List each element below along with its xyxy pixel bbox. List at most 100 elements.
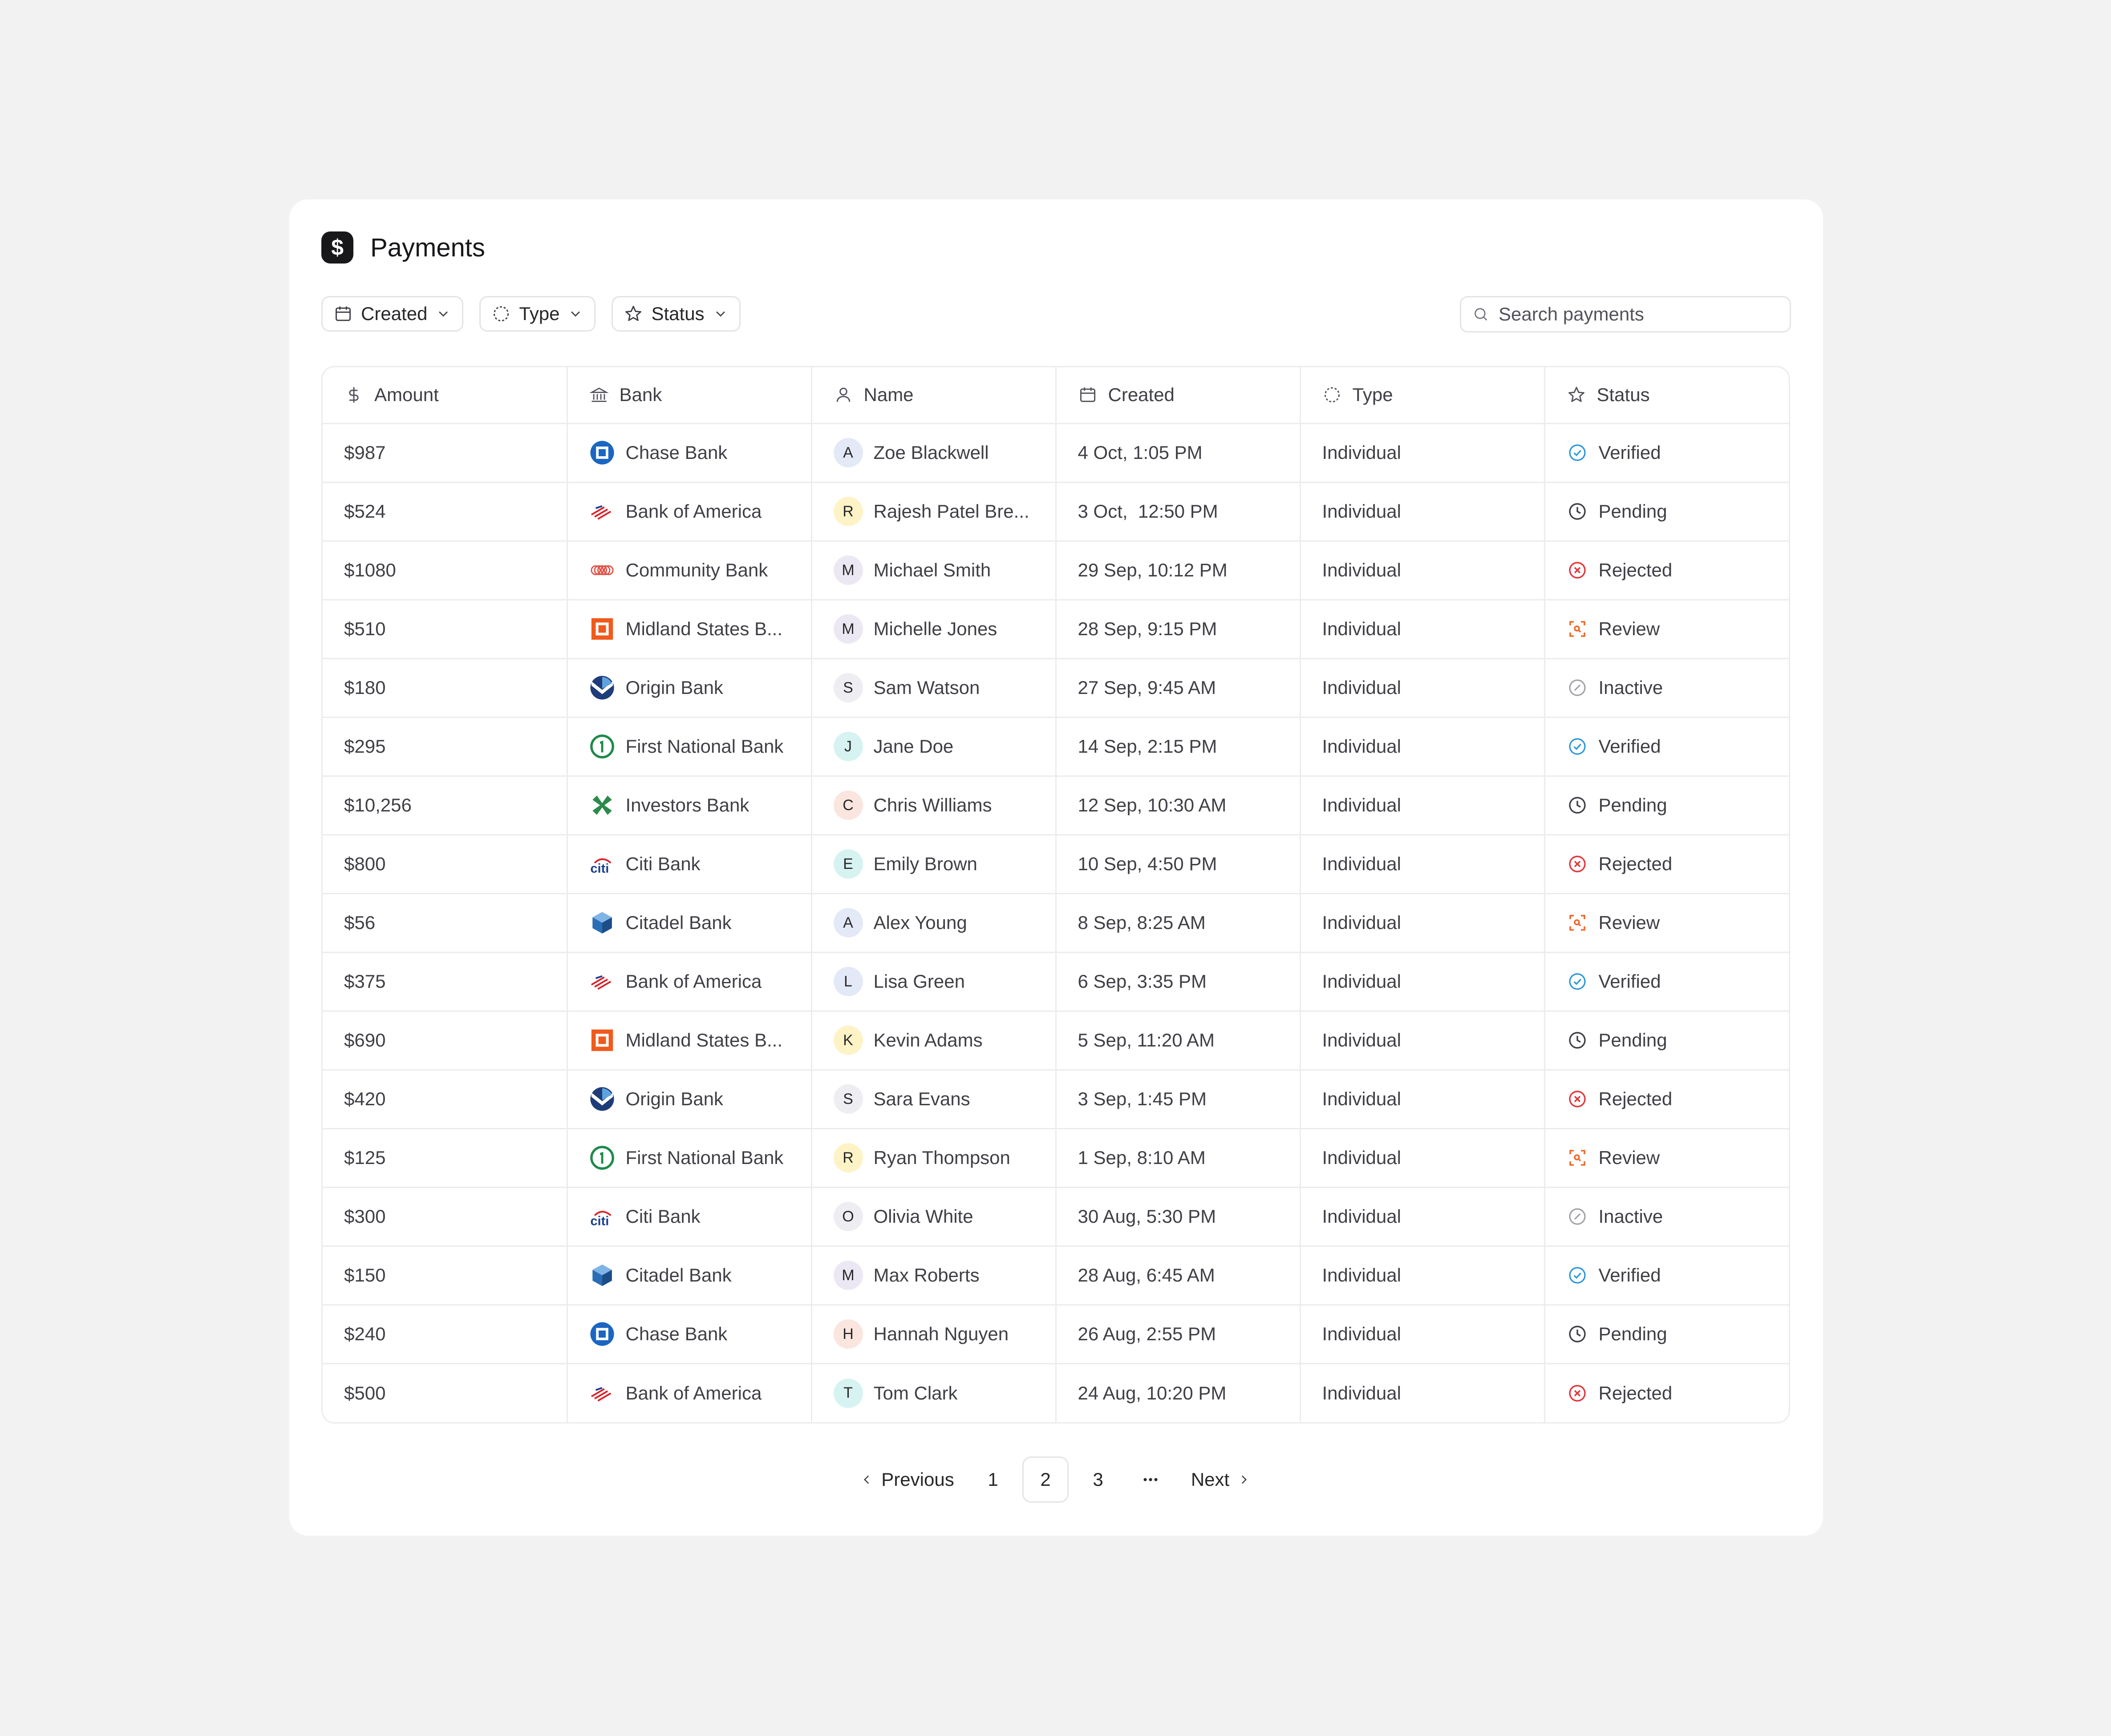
amount-cell: $987 — [323, 423, 568, 483]
table-row[interactable]: $800 citi Citi Bank E Emily Brown 10 Sep… — [323, 835, 1789, 894]
community-bank-logo-icon — [589, 557, 615, 583]
filter-bar: Created Type Status — [321, 296, 741, 332]
page-button-3[interactable]: 3 — [1075, 1456, 1121, 1503]
x-circle-icon — [1568, 1385, 1586, 1402]
type-cell: Individual — [1300, 600, 1545, 659]
name-cell: R Rajesh Patel Bre... — [811, 482, 1057, 542]
avatar: J — [833, 732, 863, 761]
created-cell: 30 Aug, 5:30 PM — [1056, 1187, 1301, 1247]
verified-icon — [1568, 738, 1586, 755]
status-filter-button[interactable]: Status — [612, 296, 741, 332]
type-cell: Individual — [1300, 658, 1545, 718]
avatar: K — [833, 1026, 863, 1055]
column-header-amount[interactable]: Amount — [323, 367, 568, 424]
bank-cell: citi Citi Bank — [567, 1187, 812, 1247]
created-cell: 3 Sep, 1:45 PM — [1056, 1070, 1301, 1129]
table-row[interactable]: $510 Midland States B... M Michelle Jone… — [323, 600, 1789, 659]
chevron-down-icon — [716, 311, 725, 317]
verified-icon — [1568, 973, 1586, 990]
status-cell: Review — [1544, 1128, 1789, 1188]
created-cell: 3 Oct, 12:50 PM — [1056, 482, 1301, 542]
calendar-icon — [335, 306, 351, 321]
avatar: E — [833, 849, 863, 879]
name-cell: J Jane Doe — [811, 717, 1057, 777]
verified-icon — [1568, 444, 1586, 461]
amount-cell: $690 — [323, 1011, 568, 1071]
name-cell: A Alex Young — [811, 893, 1057, 953]
status-cell: Rejected — [1544, 835, 1789, 894]
name-cell: R Ryan Thompson — [811, 1128, 1057, 1188]
column-header-bank[interactable]: Bank — [567, 367, 812, 424]
boa-bank-logo-icon — [589, 969, 615, 994]
created-cell: 14 Sep, 2:15 PM — [1056, 717, 1301, 777]
name-cell: E Emily Brown — [811, 835, 1057, 894]
chase-bank-logo-icon — [589, 1321, 615, 1347]
origin-bank-logo-icon — [589, 675, 615, 701]
bank-cell: Investors Bank — [567, 776, 812, 836]
table-row[interactable]: $300 citi Citi Bank O Olivia White 30 Au… — [323, 1187, 1789, 1247]
bank-cell: Midland States B... — [567, 1011, 812, 1071]
table-row[interactable]: $690 Midland States B... K Kevin Adams 5… — [323, 1011, 1789, 1071]
table-row[interactable]: $500 Bank of America T Tom Clark 24 Aug,… — [323, 1363, 1789, 1422]
more-pages-icon[interactable] — [1127, 1456, 1174, 1503]
column-header-type[interactable]: Type — [1300, 367, 1545, 424]
previous-page-button[interactable]: Previous — [847, 1456, 967, 1503]
created-cell: 10 Sep, 4:50 PM — [1056, 835, 1301, 894]
page-button-2-current[interactable]: 2 — [1022, 1456, 1069, 1503]
column-header-created[interactable]: Created — [1056, 367, 1301, 424]
midland-bank-logo-icon — [589, 1027, 615, 1053]
column-header-name[interactable]: Name — [811, 367, 1057, 424]
bank-cell: Citadel Bank — [567, 893, 812, 953]
svg-text:citi: citi — [590, 861, 609, 876]
type-cell: Individual — [1300, 1070, 1545, 1129]
created-filter-button[interactable]: Created — [321, 296, 464, 332]
name-cell: A Zoe Blackwell — [811, 423, 1057, 483]
search-box[interactable] — [1460, 296, 1791, 333]
created-cell: 27 Sep, 9:45 AM — [1056, 658, 1301, 718]
avatar: R — [833, 1143, 863, 1172]
table-row[interactable]: $240 Chase Bank H Hannah Nguyen 26 Aug, … — [323, 1305, 1789, 1364]
bank-cell: Bank of America — [567, 482, 812, 542]
type-cell: Individual — [1300, 1128, 1545, 1188]
table-row[interactable]: $56 Citadel Bank A Alex Young 8 Sep, 8:2… — [323, 893, 1789, 953]
amount-cell: $510 — [323, 600, 568, 659]
search-input[interactable] — [1498, 303, 1779, 325]
column-header-status[interactable]: Status — [1544, 367, 1789, 424]
table-row[interactable]: $420 Origin Bank S Sara Evans 3 Sep, 1:4… — [323, 1070, 1789, 1129]
table-row[interactable]: $180 Origin Bank S Sam Watson 27 Sep, 9:… — [323, 658, 1789, 718]
amount-cell: $1080 — [323, 541, 568, 600]
avatar: H — [833, 1319, 863, 1349]
table-row[interactable]: $524 Bank of America R Rajesh Patel Bre.… — [323, 482, 1789, 542]
amount-cell: $375 — [323, 952, 568, 1012]
next-page-button[interactable]: Next — [1177, 1456, 1266, 1503]
status-cell: Pending — [1544, 1011, 1789, 1071]
type-cell: Individual — [1300, 1363, 1545, 1422]
bank-cell: First National Bank — [567, 717, 812, 777]
bank-cell: citi Citi Bank — [567, 835, 812, 894]
table-row[interactable]: $375 Bank of America L Lisa Green 6 Sep,… — [323, 952, 1789, 1012]
type-cell: Individual — [1300, 1305, 1545, 1364]
boa-bank-logo-icon — [589, 499, 615, 524]
bank-cell: Chase Bank — [567, 423, 812, 483]
table-row[interactable]: $295 First National Bank J Jane Doe 14 S… — [323, 717, 1789, 777]
clock-icon — [1568, 1032, 1586, 1049]
created-cell: 28 Sep, 9:15 PM — [1056, 600, 1301, 659]
status-cell: Rejected — [1544, 1363, 1789, 1422]
amount-cell: $240 — [323, 1305, 568, 1364]
table-row[interactable]: $150 Citadel Bank M Max Roberts 28 Aug, … — [323, 1246, 1789, 1306]
table-row[interactable]: $987 Chase Bank A Zoe Blackwell 4 Oct, 1… — [323, 423, 1789, 483]
page-button-1[interactable]: 1 — [970, 1456, 1016, 1503]
dollar-icon — [349, 387, 359, 403]
firstnational-bank-logo-icon — [589, 1145, 615, 1171]
table-row[interactable]: $10,256 Investors Bank C Chris Williams … — [323, 776, 1789, 836]
type-filter-button[interactable]: Type — [479, 296, 596, 332]
amount-cell: $800 — [323, 835, 568, 894]
created-filter-label: Created — [361, 303, 428, 324]
midland-bank-logo-icon — [589, 616, 615, 642]
payments-table: Amount Bank Name Created Type Status $98… — [321, 366, 1790, 1424]
inactive-icon — [1568, 679, 1586, 696]
table-row[interactable]: $125 First National Bank R Ryan Thompson… — [323, 1128, 1789, 1188]
table-row[interactable]: $1080 Community Bank M Michael Smith 29 … — [323, 541, 1789, 600]
created-cell: 8 Sep, 8:25 AM — [1056, 893, 1301, 953]
scan-review-icon — [1569, 621, 1585, 637]
